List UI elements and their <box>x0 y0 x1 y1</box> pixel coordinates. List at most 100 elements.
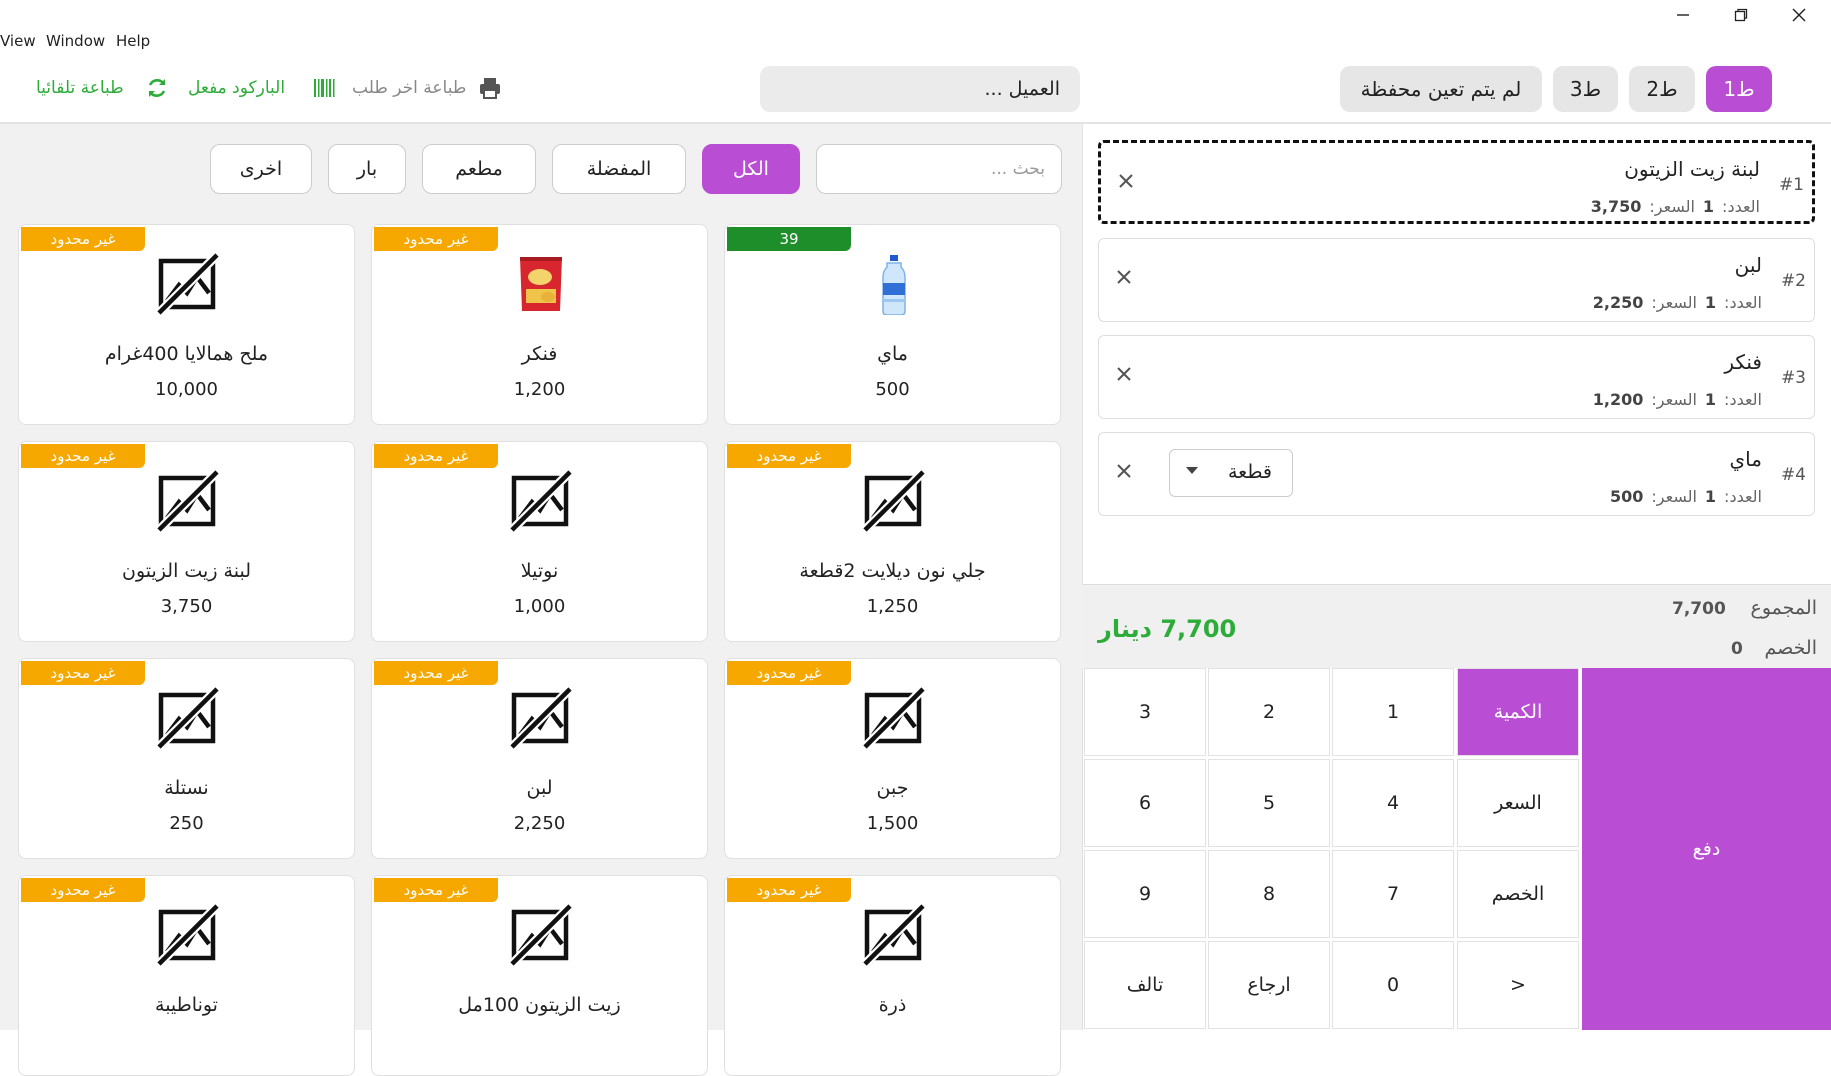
no-image-icon <box>861 468 927 534</box>
product-card[interactable]: غير محدود نستلة 250 <box>18 658 355 859</box>
product-card[interactable]: غير محدود فنكر 1,200 <box>371 224 708 425</box>
order-line[interactable]: #3 فنكر العدد: 1 السعر: 1,200 <box>1098 335 1815 419</box>
remove-line-icon[interactable] <box>1117 265 1131 290</box>
product-card[interactable]: غير محدود لبن 2,250 <box>371 658 708 859</box>
no-image-icon <box>155 251 221 317</box>
damaged-button[interactable]: تالف <box>1084 941 1206 1029</box>
remove-line-icon[interactable] <box>1117 362 1131 387</box>
product-name: لبن <box>526 777 553 799</box>
product-name: ماي <box>877 343 908 365</box>
product-price: 500 <box>875 379 910 400</box>
refresh-icon[interactable] <box>145 76 169 100</box>
order-line-price-label: السعر: <box>1651 293 1697 312</box>
category-restaurant[interactable]: مطعم <box>422 144 536 194</box>
order-line-qty-label: العدد: <box>1724 487 1762 506</box>
return-button[interactable]: ارجاع <box>1208 941 1330 1029</box>
restore-icon[interactable] <box>1726 2 1756 28</box>
stock-badge: غير محدود <box>727 661 851 685</box>
key-5[interactable]: 5 <box>1208 759 1330 847</box>
close-icon[interactable] <box>1784 2 1814 28</box>
product-search-input[interactable]: بحث ... <box>816 144 1062 194</box>
mode-quantity-button[interactable]: الكمية <box>1457 668 1579 756</box>
order-line-price-label: السعر: <box>1651 390 1697 409</box>
order-line-qty-label: العدد: <box>1724 293 1762 312</box>
product-price: 1,200 <box>513 379 566 400</box>
product-price: 10,000 <box>155 379 218 400</box>
barcode-status-link[interactable]: الباركود مفعل <box>188 78 285 98</box>
auto-print-link[interactable]: طباعة تلقائيا <box>36 78 124 98</box>
product-card[interactable]: غير محدود جلي نون ديلايت 2قطعة 1,250 <box>724 441 1061 642</box>
category-other[interactable]: اخرى <box>210 144 312 194</box>
tab-wallet[interactable]: لم يتم تعين محفظة <box>1340 66 1542 112</box>
product-price: 1,250 <box>866 596 919 617</box>
order-line[interactable]: #4 ماي العدد: 1 السعر: 500 قطعة <box>1098 432 1815 516</box>
customer-input[interactable]: العميل ... <box>760 66 1080 112</box>
unit-select[interactable]: قطعة <box>1169 449 1293 497</box>
tab-order-2[interactable]: 2ط <box>1629 66 1695 112</box>
order-line-price-value: 2,250 <box>1592 293 1644 312</box>
order-line-name: فنكر <box>1724 350 1762 374</box>
no-image-icon <box>861 902 927 968</box>
order-line-number: #1 <box>1778 175 1804 195</box>
product-image <box>863 253 925 316</box>
key-1[interactable]: 1 <box>1332 668 1454 756</box>
no-image-icon <box>155 468 221 534</box>
discount-label: الخصم <box>1764 637 1817 659</box>
key-3[interactable]: 3 <box>1084 668 1206 756</box>
product-card[interactable]: غير محدود لبنة زيت الزيتون 3,750 <box>18 441 355 642</box>
order-line-price-value: 3,750 <box>1590 197 1642 216</box>
minimize-icon[interactable] <box>1668 2 1698 28</box>
stock-badge: غير محدود <box>21 444 145 468</box>
key-7[interactable]: 7 <box>1332 850 1454 938</box>
menu-view[interactable]: View <box>0 32 36 50</box>
print-last-order-link[interactable]: طباعة اخر طلب <box>352 78 466 98</box>
product-card[interactable]: غير محدود ذرة <box>724 875 1061 1076</box>
order-line-meta: العدد: 1 السعر: 1,200 <box>1585 390 1762 409</box>
category-all[interactable]: الكل <box>702 144 800 194</box>
product-card[interactable]: غير محدود زيت الزيتون 100مل <box>371 875 708 1076</box>
product-name: زيت الزيتون 100مل <box>458 994 621 1016</box>
product-card[interactable]: غير محدود توناطيبة <box>18 875 355 1076</box>
order-line-qty-label: العدد: <box>1722 197 1760 216</box>
product-name: نستلة <box>164 777 209 799</box>
product-card[interactable]: غير محدود جبن 1,500 <box>724 658 1061 859</box>
product-price: 250 <box>169 813 204 834</box>
order-line-qty-value: 1 <box>1704 293 1717 312</box>
mode-price-button[interactable]: السعر <box>1457 759 1579 847</box>
remove-line-icon[interactable] <box>1119 169 1133 194</box>
key-9[interactable]: 9 <box>1084 850 1206 938</box>
product-card[interactable]: 39 ماي 500 <box>724 224 1061 425</box>
order-line-price-value: 500 <box>1609 487 1644 506</box>
stock-badge: غير محدود <box>21 661 145 685</box>
key-8[interactable]: 8 <box>1208 850 1330 938</box>
order-line-price-value: 1,200 <box>1592 390 1644 409</box>
key-2[interactable]: 2 <box>1208 668 1330 756</box>
barcode-icon[interactable] <box>312 76 336 100</box>
order-line[interactable]: #1 لبنة زيت الزيتون العدد: 1 السعر: 3,750 <box>1098 140 1815 224</box>
tab-order-1[interactable]: 1ط <box>1706 66 1772 112</box>
order-line-qty-label: العدد: <box>1724 390 1762 409</box>
mode-discount-button[interactable]: الخصم <box>1457 850 1579 938</box>
product-name: لبنة زيت الزيتون <box>122 560 251 582</box>
product-card[interactable]: غير محدود نوتيلا 1,000 <box>371 441 708 642</box>
product-card[interactable]: غير محدود ملح همالايا 400غرام 10,000 <box>18 224 355 425</box>
stock-badge: غير محدود <box>374 444 498 468</box>
menu-help[interactable]: Help <box>116 32 150 50</box>
menu-window[interactable]: Window <box>46 32 105 50</box>
key-6[interactable]: 6 <box>1084 759 1206 847</box>
order-line[interactable]: #2 لبن العدد: 1 السعر: 2,250 <box>1098 238 1815 322</box>
printer-icon[interactable] <box>478 76 502 100</box>
product-name: فنكر <box>521 343 558 365</box>
backspace-button[interactable]: > <box>1457 941 1579 1029</box>
no-image-icon <box>508 902 574 968</box>
no-image-icon <box>155 685 221 751</box>
tab-order-3[interactable]: 3ط <box>1553 66 1618 112</box>
pay-button[interactable]: دفع <box>1582 668 1831 1030</box>
category-bar[interactable]: بار <box>328 144 406 194</box>
product-price: 2,250 <box>513 813 566 834</box>
menu-bar: View Window Help <box>0 0 1831 50</box>
key-4[interactable]: 4 <box>1332 759 1454 847</box>
category-favorites[interactable]: المفضلة <box>552 144 686 194</box>
key-0[interactable]: 0 <box>1332 941 1454 1029</box>
remove-line-icon[interactable] <box>1117 459 1131 484</box>
